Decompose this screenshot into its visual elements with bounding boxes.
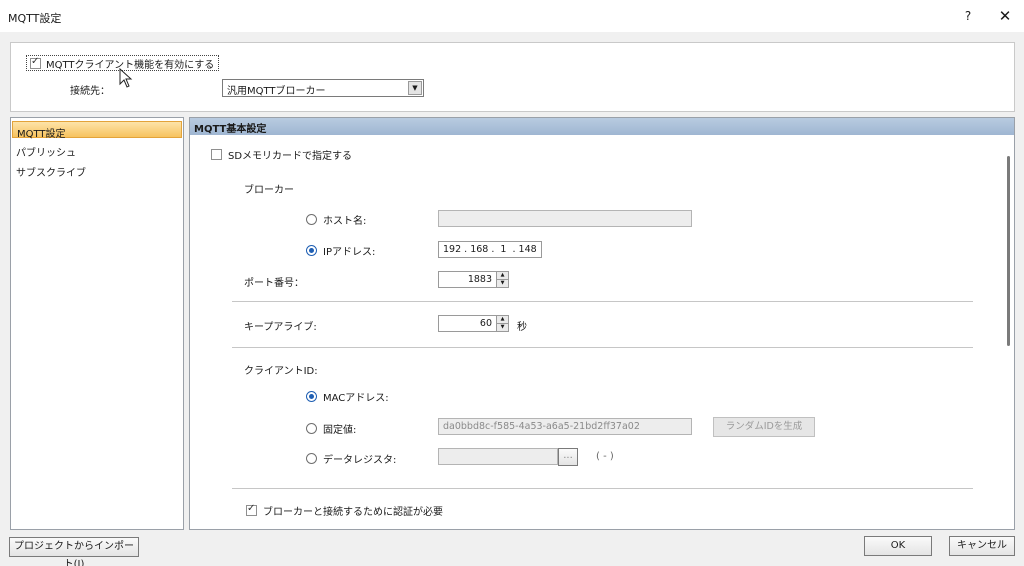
generate-random-id-button[interactable]: ランダムIDを生成 (713, 417, 815, 437)
port-value: 1883 (467, 274, 492, 285)
nav-item-label: MQTT設定 (17, 129, 66, 140)
ip-address-label: IPアドレス: (323, 247, 376, 258)
checkbox-check-icon[interactable] (30, 56, 41, 69)
broker-label: ブローカー (244, 185, 294, 196)
mac-address-label: MACアドレス: (323, 393, 389, 404)
fixed-value-radio[interactable]: 固定値: (306, 421, 356, 436)
ip-address-radio[interactable]: IPアドレス: (306, 243, 375, 258)
nav-item-mqtt-settings[interactable]: MQTT設定 (12, 121, 182, 140)
nav-item-label: パブリッシュ (16, 148, 76, 159)
client-id-label: クライアントID: (244, 366, 318, 377)
keepalive-stepper[interactable]: 60 ▲ ▼ (438, 315, 509, 332)
nav-item-publish[interactable]: パブリッシュ (12, 141, 182, 159)
data-register-label: データレジスタ: (323, 455, 397, 466)
ip-address-input[interactable]: 192 . 168 . 1 . 148 (438, 241, 542, 258)
keepalive-value: 60 (479, 318, 492, 329)
port-stepper[interactable]: 1883 ▲ ▼ (438, 271, 509, 288)
data-register-browse-button[interactable]: ... (558, 448, 578, 466)
title-bar (0, 0, 1024, 32)
section-header: MQTT基本設定 (190, 118, 1014, 135)
sd-card-checkbox[interactable]: SDメモリカードで指定する (211, 147, 352, 162)
stepper-arrows-icon[interactable]: ▲ ▼ (496, 316, 508, 331)
radio-selected-icon[interactable] (306, 245, 317, 256)
hostname-label: ホスト名: (323, 216, 367, 227)
keepalive-label: キープアライブ: (244, 322, 317, 333)
radio-icon[interactable] (306, 214, 317, 225)
mouse-cursor-icon (119, 68, 133, 88)
auth-required-label: ブローカーと接続するために認証が必要 (263, 507, 443, 518)
connection-label: 接続先： (70, 86, 110, 97)
mac-address-radio[interactable]: MACアドレス: (306, 389, 389, 404)
fixed-value-label: 固定値: (323, 425, 357, 436)
divider (232, 347, 973, 348)
connection-select-value: 汎用MQTTブローカー (227, 86, 326, 97)
close-button[interactable]: ✕ (994, 6, 1016, 26)
port-label: ポート番号： (244, 278, 304, 289)
checkbox-icon[interactable] (211, 149, 222, 160)
cancel-button[interactable]: キャンセル (949, 536, 1015, 556)
divider (232, 488, 973, 489)
nav-item-label: サブスクライブ (16, 168, 86, 179)
keepalive-unit: 秒 (517, 322, 527, 333)
radio-icon[interactable] (306, 453, 317, 464)
help-button[interactable]: ? (958, 6, 978, 26)
stepper-arrows-icon[interactable]: ▲ ▼ (496, 272, 508, 287)
scrollbar-thumb[interactable] (1007, 156, 1010, 346)
auth-required-checkbox[interactable]: ブローカーと接続するために認証が必要 (246, 503, 443, 518)
import-from-project-button[interactable]: プロジェクトからインポート(I) (9, 537, 139, 566)
data-register-input[interactable] (438, 448, 558, 465)
sd-card-label: SDメモリカードで指定する (228, 151, 353, 162)
radio-icon[interactable] (306, 423, 317, 434)
hostname-radio[interactable]: ホスト名: (306, 212, 366, 227)
data-register-radio[interactable]: データレジスタ: (306, 451, 396, 466)
divider (232, 301, 973, 302)
radio-selected-icon[interactable] (306, 391, 317, 402)
data-register-value: ( - ) (596, 451, 614, 462)
settings-nav: MQTT設定 パブリッシュ サブスクライブ (10, 117, 184, 530)
checkbox-check-icon[interactable] (246, 503, 257, 516)
fixed-id-input[interactable]: da0bbd8c-f585-4a53-a6a5-21bd2ff37a02 (438, 418, 692, 435)
ok-button[interactable]: OK (864, 536, 932, 556)
top-panel (10, 42, 1015, 112)
hostname-input[interactable] (438, 210, 692, 227)
chevron-down-icon[interactable]: ▼ (408, 81, 422, 95)
window-title: MQTT設定 (8, 12, 62, 25)
connection-select[interactable]: 汎用MQTTブローカー ▼ (222, 79, 424, 97)
nav-item-subscribe[interactable]: サブスクライブ (12, 161, 182, 179)
